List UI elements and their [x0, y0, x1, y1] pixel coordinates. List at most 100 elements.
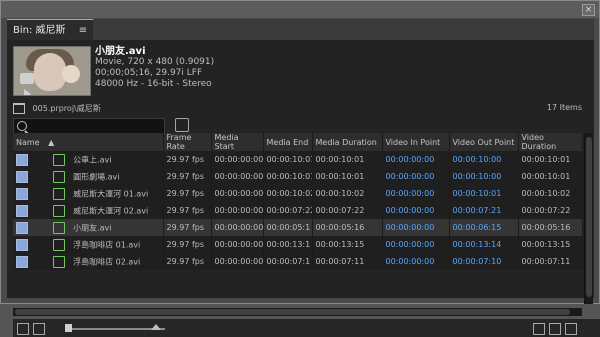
- row-name-cell[interactable]: 威尼斯大運河 02.avi: [13, 202, 164, 219]
- search-row: [13, 118, 588, 134]
- vertical-scrollbar[interactable]: [584, 133, 593, 304]
- video-out-point-cell[interactable]: 00:00:07:21: [449, 202, 519, 219]
- tab-bin[interactable]: Bin: 威尼斯 ≡: [7, 19, 94, 41]
- search-input[interactable]: [13, 118, 165, 134]
- column-header-video-in-point[interactable]: Video In Point: [382, 133, 450, 151]
- media-duration-cell: 00:00:07:11: [312, 253, 383, 270]
- horizontal-scrollbar[interactable]: [13, 308, 582, 316]
- media-end-cell: 00:00:07:1: [263, 253, 313, 270]
- row-name-cell[interactable]: 浮島咖啡店 02.avi: [13, 253, 164, 270]
- column-header-media-duration[interactable]: Media Duration: [312, 133, 383, 151]
- thumbnail-hand-shape: [62, 65, 80, 83]
- media-start-cell: 00:00:00:00: [211, 185, 264, 202]
- video-duration-cell: 00:00:07:11: [518, 253, 583, 270]
- media-start-cell: 00:00:00:00: [211, 168, 264, 185]
- media-end-cell: 00:00:10:01: [263, 151, 313, 168]
- media-start-cell: 00:00:00:00: [211, 236, 264, 253]
- icon-view-icon[interactable]: [33, 323, 45, 335]
- table-row[interactable]: 威尼斯大運河 01.avi 29.97 fps 00:00:00:00 00:0…: [13, 185, 583, 202]
- bin-window: × Bin: 威尼斯 ≡ 小朋友.avi Movie, 720 x 480 (0…: [0, 0, 600, 337]
- column-header-frame-rate[interactable]: Frame Rate: [163, 133, 212, 151]
- trash-icon[interactable]: [565, 323, 577, 335]
- table-row[interactable]: 威尼斯大運河 02.avi 29.97 fps 00:00:00:00 00:0…: [13, 202, 583, 219]
- clip-name[interactable]: 浮島咖啡店 02.avi: [73, 257, 140, 266]
- tab-bar: Bin: 威尼斯 ≡: [7, 19, 594, 41]
- label-color-swatch[interactable]: [16, 204, 28, 217]
- label-color-swatch[interactable]: [16, 238, 28, 251]
- video-out-point-cell[interactable]: 00:00:07:10: [449, 253, 519, 270]
- frame-rate-cell: 29.97 fps: [163, 151, 212, 168]
- camera-icon[interactable]: [20, 73, 34, 84]
- video-in-point-cell[interactable]: 00:00:00:00: [382, 236, 450, 253]
- row-name-cell[interactable]: 圓形劇場.avi: [13, 168, 164, 185]
- table-row[interactable]: 圓形劇場.avi 29.97 fps 00:00:00:00 00:00:10:…: [13, 168, 583, 185]
- horizontal-scroll-thumb[interactable]: [15, 309, 570, 315]
- column-header-video-out-point[interactable]: Video Out Point: [449, 133, 519, 151]
- media-start-cell: 00:00:00:00: [211, 202, 264, 219]
- label-color-swatch[interactable]: [16, 221, 28, 234]
- column-header-media-start[interactable]: Media Start: [211, 133, 264, 151]
- column-header-media-end[interactable]: Media End: [263, 133, 313, 151]
- clip-info-line-1: Movie, 720 x 480 (0.9091): [95, 57, 215, 67]
- table-row[interactable]: 小朋友.avi 29.97 fps 00:00:00:00 00:00:05:1…: [13, 219, 583, 236]
- clip-name[interactable]: 小朋友.avi: [73, 223, 111, 232]
- row-name-cell[interactable]: 威尼斯大運河 01.avi: [13, 185, 164, 202]
- vertical-scroll-thumb[interactable]: [586, 137, 592, 297]
- clip-name: 小朋友.avi: [95, 46, 146, 57]
- items-count: 17 Items: [546, 103, 582, 112]
- folder-icon[interactable]: [13, 103, 25, 114]
- play-icon[interactable]: [24, 89, 31, 95]
- clip-icon: [52, 204, 65, 217]
- clip-name[interactable]: 圓形劇場.avi: [73, 172, 119, 181]
- bin-status-bar: [13, 319, 600, 337]
- label-color-swatch[interactable]: [16, 255, 28, 268]
- label-color-swatch[interactable]: [16, 153, 28, 166]
- video-out-point-cell[interactable]: 00:00:06:15: [449, 219, 519, 236]
- new-bin-icon[interactable]: [175, 118, 189, 132]
- table-row[interactable]: 浮島咖啡店 01.avi 29.97 fps 00:00:00:00 00:00…: [13, 236, 583, 253]
- video-in-point-cell[interactable]: 00:00:00:00: [382, 253, 450, 270]
- clip-name[interactable]: 浮島咖啡店 01.avi: [73, 240, 140, 249]
- video-out-point-cell[interactable]: 00:00:13:14: [449, 236, 519, 253]
- project-path: 005.prproj\威尼斯: [32, 104, 101, 113]
- column-header-name[interactable]: Name ▲: [13, 133, 164, 151]
- clip-name[interactable]: 威尼斯大運河 02.avi: [73, 206, 148, 215]
- row-name-cell[interactable]: 浮島咖啡店 01.avi: [13, 236, 164, 253]
- row-name-cell[interactable]: 小朋友.avi: [13, 219, 164, 236]
- new-bin-icon[interactable]: [533, 323, 545, 335]
- media-duration-cell: 00:00:13:15: [312, 236, 383, 253]
- column-header-video-duration[interactable]: Video Duration: [518, 133, 583, 151]
- video-out-point-cell[interactable]: 00:00:10:00: [449, 168, 519, 185]
- video-in-point-cell[interactable]: 00:00:00:00: [382, 151, 450, 168]
- video-in-point-cell[interactable]: 00:00:00:00: [382, 185, 450, 202]
- video-in-point-cell[interactable]: 00:00:00:00: [382, 219, 450, 236]
- frame-rate-cell: 29.97 fps: [163, 219, 212, 236]
- close-window-button[interactable]: ×: [582, 4, 595, 16]
- media-duration-cell: 00:00:05:16: [312, 219, 383, 236]
- label-color-swatch[interactable]: [16, 187, 28, 200]
- frame-rate-cell: 29.97 fps: [163, 236, 212, 253]
- clip-icon: [52, 153, 65, 166]
- video-out-point-cell[interactable]: 00:00:10:01: [449, 185, 519, 202]
- zoom-large-icon[interactable]: [151, 324, 161, 330]
- table-row[interactable]: 公車上.avi 29.97 fps 00:00:00:00 00:00:10:0…: [13, 151, 583, 168]
- video-in-point-cell[interactable]: 00:00:00:00: [382, 168, 450, 185]
- zoom-slider-thumb[interactable]: [65, 324, 72, 332]
- clip-name[interactable]: 威尼斯大運河 01.avi: [73, 189, 148, 198]
- clip-thumbnail[interactable]: [13, 46, 91, 96]
- label-color-swatch[interactable]: [16, 170, 28, 183]
- table-row[interactable]: 浮島咖啡店 02.avi 29.97 fps 00:00:00:00 00:00…: [13, 253, 583, 270]
- sort-ascending-icon[interactable]: ▲: [48, 138, 54, 147]
- list-view-icon[interactable]: [17, 323, 29, 335]
- clip-name[interactable]: 公車上.avi: [73, 155, 111, 164]
- media-end-cell: 00:00:05:1: [263, 219, 313, 236]
- tab-menu-icon[interactable]: ≡: [79, 25, 87, 36]
- video-out-point-cell[interactable]: 00:00:10:00: [449, 151, 519, 168]
- video-in-point-cell[interactable]: 00:00:00:00: [382, 202, 450, 219]
- frame-rate-cell: 29.97 fps: [163, 168, 212, 185]
- clip-icon: [52, 187, 65, 200]
- row-name-cell[interactable]: 公車上.avi: [13, 151, 164, 168]
- new-item-icon[interactable]: [549, 323, 561, 335]
- clip-info-line-3: 48000 Hz - 16-bit - Stereo: [95, 79, 212, 89]
- clip-icon: [52, 238, 65, 251]
